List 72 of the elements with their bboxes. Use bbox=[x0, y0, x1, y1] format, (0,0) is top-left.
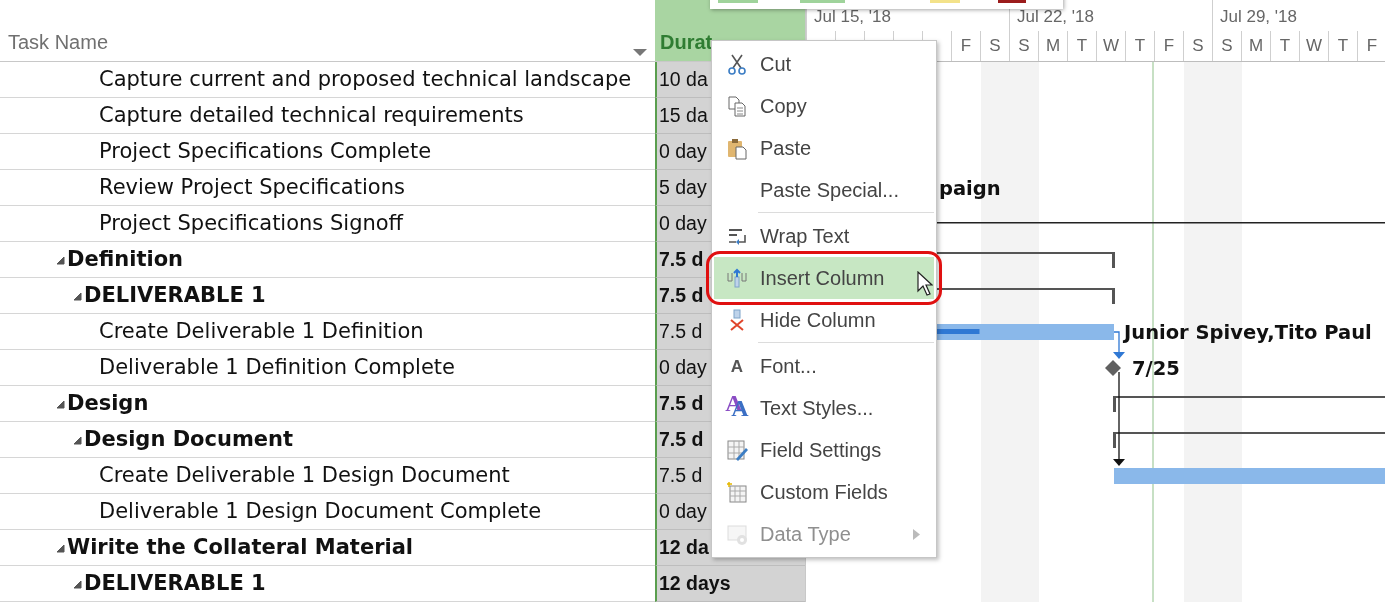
timescale-label: S bbox=[1183, 31, 1212, 61]
menu-item[interactable]: Wrap Text bbox=[714, 215, 934, 257]
duration-value: 0 day bbox=[659, 138, 707, 164]
timescale-label: F bbox=[1357, 31, 1385, 61]
timescale-label: S bbox=[1009, 31, 1038, 61]
timescale-label: W bbox=[1299, 31, 1328, 61]
clipboard-icon bbox=[726, 136, 748, 160]
timescale-label: F bbox=[1154, 31, 1183, 61]
task-name: DELIVERABLE 1 bbox=[84, 569, 266, 597]
task-name: Create Deliverable 1 Design Document bbox=[99, 461, 510, 489]
field-settings-icon bbox=[726, 438, 748, 462]
copy-icon bbox=[726, 94, 748, 118]
duration-value: 0 day bbox=[659, 354, 707, 380]
task-name: Wirite the Collateral Material bbox=[67, 533, 414, 561]
timescale-label: T bbox=[1067, 31, 1096, 61]
duration-value: 7.5 d bbox=[659, 318, 703, 344]
dropdown-arrow-icon[interactable] bbox=[633, 48, 647, 57]
menu-item[interactable]: Custom Fields bbox=[714, 471, 934, 513]
scissors-icon bbox=[726, 52, 748, 76]
timescale-label: T bbox=[1270, 31, 1299, 61]
resource-label: Junior Spivey,Tito Paul bbox=[1124, 321, 1372, 344]
duration-value: 7.5 d bbox=[659, 390, 704, 416]
duration-value: 10 da bbox=[659, 66, 708, 92]
menu-item[interactable]: Paste Special... bbox=[714, 169, 934, 211]
column-header[interactable]: Task Name bbox=[8, 27, 109, 57]
timescale-label: T bbox=[1328, 31, 1357, 61]
text-styles-icon: A bbox=[725, 396, 749, 420]
task-name: Project Specifications Complete bbox=[99, 137, 432, 165]
duration-value: 0 day bbox=[659, 210, 707, 236]
task-name: DELIVERABLE 1 bbox=[84, 281, 266, 309]
table-icon bbox=[726, 480, 748, 504]
menu-item[interactable]: Copy bbox=[714, 85, 934, 127]
duration-value: 7.5 d bbox=[659, 462, 703, 488]
timescale-label: T bbox=[1125, 31, 1154, 61]
timescale-label: S bbox=[1212, 31, 1241, 61]
dependency-arrow bbox=[1113, 331, 1125, 359]
insert-column-icon bbox=[726, 266, 748, 290]
menu-item[interactable]: A Font... bbox=[714, 345, 934, 387]
task-name: Capture current and proposed technical landscape bbox=[99, 65, 632, 93]
timescale-label: S bbox=[980, 31, 1009, 61]
menu-item[interactable]: Paste bbox=[714, 127, 934, 169]
task-name: Design Document bbox=[84, 425, 294, 453]
menu-item[interactable]: Hide Column bbox=[714, 299, 934, 341]
menu-item[interactable]: Insert Column bbox=[714, 257, 934, 299]
bar-label: paign bbox=[939, 177, 1001, 200]
date-label: 7/25 bbox=[1132, 357, 1180, 380]
duration-value: 0 day bbox=[659, 498, 707, 524]
milestone-diamond bbox=[1105, 360, 1121, 376]
menu-item[interactable]: Field Settings bbox=[714, 429, 934, 471]
duration-value: 5 day bbox=[659, 174, 707, 200]
timescale-label: M bbox=[1241, 31, 1270, 61]
task-name: Deliverable 1 Design Document Complete bbox=[99, 497, 542, 525]
timescale-label: F bbox=[951, 31, 980, 61]
duration-value: 7.5 d bbox=[659, 282, 704, 308]
duration-value: 12 da bbox=[659, 534, 709, 560]
timescale-label: M bbox=[1038, 31, 1067, 61]
font-icon: A bbox=[730, 357, 744, 375]
task-name: Definition bbox=[67, 245, 183, 273]
task-name: Deliverable 1 Definition Complete bbox=[99, 353, 455, 381]
task-name: Capture detailed technical requirements bbox=[99, 101, 524, 129]
duration-value: 15 da bbox=[659, 102, 708, 128]
duration-value: 7.5 d bbox=[659, 246, 704, 272]
duration-value: 12 days bbox=[659, 570, 731, 596]
task-name: Project Specifications Signoff bbox=[99, 209, 404, 237]
timescale-label: W bbox=[1096, 31, 1125, 61]
duration-value: 7.5 d bbox=[659, 426, 704, 452]
mouse-cursor-icon bbox=[917, 271, 933, 297]
task-name: Create Deliverable 1 Definition bbox=[99, 317, 424, 345]
task-name: Design bbox=[67, 389, 149, 417]
timescale-label: Jul 29, '18 bbox=[1212, 0, 1385, 31]
task-name: Review Project Specifications bbox=[99, 173, 405, 201]
menu-item[interactable]: A Text Styles... bbox=[714, 387, 934, 429]
